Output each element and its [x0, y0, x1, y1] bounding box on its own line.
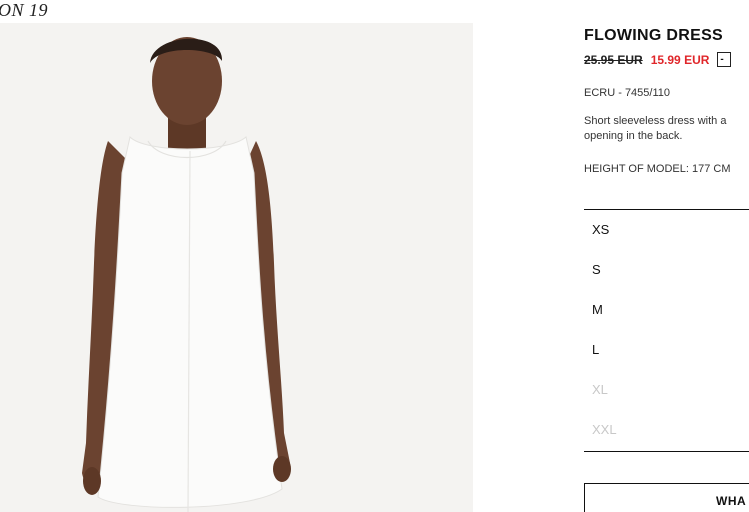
product-page: ON 19 FLOWING DRESS 25.95 EUR 15.99 EUR: [0, 0, 749, 512]
product-photo: [0, 23, 473, 512]
model-height: HEIGHT OF MODEL: 177 CM: [584, 163, 731, 175]
size-option-s[interactable]: S: [592, 262, 601, 277]
product-image[interactable]: [0, 23, 473, 512]
size-option-m[interactable]: M: [592, 302, 603, 317]
size-selector: XS S M L XL XXL: [584, 209, 749, 452]
season-label: ON 19: [0, 0, 49, 20]
add-to-cart-button[interactable]: WHA: [584, 483, 749, 512]
product-description: Short sleeveless dress with a opening in…: [584, 115, 727, 142]
product-reference: ECRU - 7455/110: [584, 87, 671, 99]
size-option-xxl: XXL: [592, 422, 617, 437]
product-title: FLOWING DRESS: [584, 27, 724, 44]
size-option-l[interactable]: L: [592, 342, 599, 357]
size-option-xs[interactable]: XS: [592, 222, 609, 237]
old-price: 25.95 EUR: [584, 52, 643, 67]
size-option-xl: XL: [592, 382, 608, 397]
price-row: 25.95 EUR 15.99 EUR -: [584, 52, 732, 67]
discount-badge: -: [717, 52, 732, 67]
sale-price: 15.99 EUR: [650, 52, 710, 67]
